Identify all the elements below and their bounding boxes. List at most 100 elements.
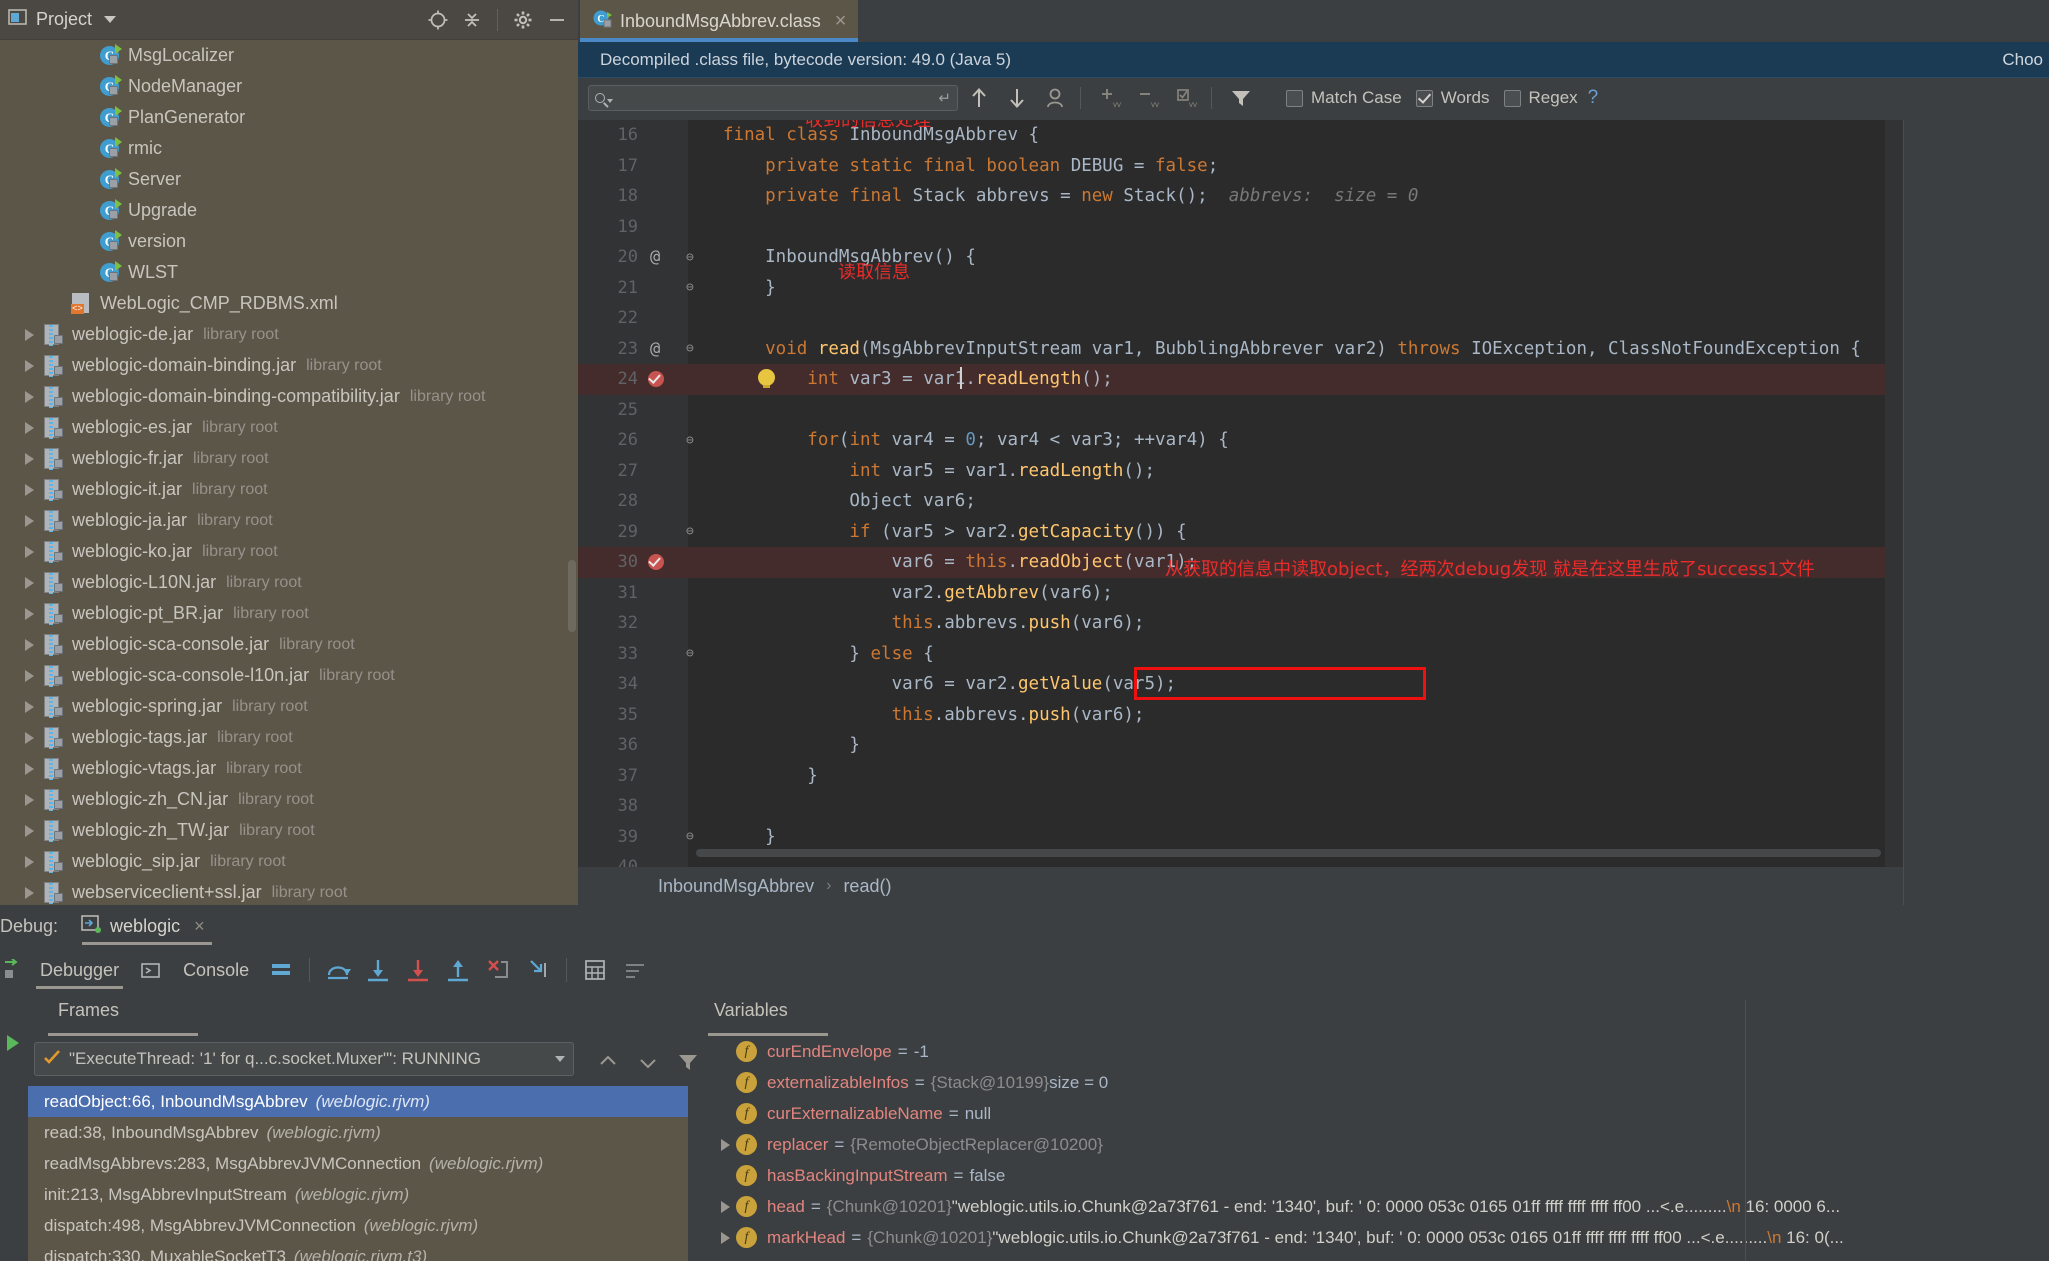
variable-row[interactable]: f curEndEnvelope = -1 [700, 1036, 2049, 1067]
expand-arrow-icon[interactable] [18, 421, 40, 434]
tree-item[interactable]: weblogic-it.jar library root [0, 474, 578, 505]
frame-row[interactable]: read:38, InboundMsgAbbrev (weblogic.rjvm) [28, 1117, 688, 1148]
remove-line-icon[interactable]: vv [1131, 81, 1165, 115]
tree-item[interactable]: weblogic-ja.jar library root [0, 505, 578, 536]
gear-icon[interactable] [508, 5, 538, 35]
resume-program-icon[interactable] [4, 1033, 22, 1058]
tree-item[interactable]: weblogic-L10N.jar library root [0, 567, 578, 598]
frame-up-icon[interactable] [588, 1042, 628, 1082]
code-line[interactable]: 33 ⊖ } else { [578, 639, 1903, 670]
thread-selector[interactable]: "ExecuteThread: '1' for q...c.socket.Mux… [34, 1042, 574, 1076]
settings-icon[interactable] [615, 950, 655, 990]
checkbox-box[interactable] [1286, 89, 1303, 107]
filter-icon[interactable] [1224, 81, 1258, 115]
code-line[interactable]: 17 private static final boolean DEBUG = … [578, 151, 1903, 182]
variable-row[interactable]: f hasBackingInputStream = false [700, 1160, 2049, 1191]
chevron-down-icon[interactable] [104, 16, 117, 23]
tree-item[interactable]: C WLST [0, 257, 578, 288]
code-line[interactable]: 16 final class InboundMsgAbbrev { [578, 120, 1903, 151]
expand-arrow-icon[interactable] [18, 607, 40, 620]
frame-row[interactable]: readObject:66, InboundMsgAbbrev (weblogic… [28, 1086, 688, 1117]
collapse-all-icon[interactable] [457, 5, 487, 35]
expand-arrow-icon[interactable] [18, 545, 40, 558]
expand-arrow-icon[interactable] [18, 824, 40, 837]
project-tree[interactable]: CMsgLocalizerCNodeManagerCPlanGeneratorC… [0, 40, 578, 905]
expand-arrow-icon[interactable] [18, 576, 40, 589]
add-line-icon[interactable]: vv [1093, 81, 1127, 115]
tree-item[interactable]: C Upgrade [0, 195, 578, 226]
fold-marker-icon[interactable]: ⊖ [686, 280, 700, 295]
tree-item[interactable]: weblogic-pt_BR.jar library root [0, 598, 578, 629]
code-line[interactable]: 24 int var3 = var1.readLength(); [578, 364, 1903, 395]
breakpoint-icon[interactable] [648, 554, 664, 570]
editor-horizontal-scrollbar[interactable] [696, 849, 1881, 857]
search-input[interactable]: ↵ [588, 85, 958, 111]
code-line[interactable]: 28 Object var6; [578, 486, 1903, 517]
tree-item[interactable]: webserviceclient+ssl.jar library root [0, 877, 578, 905]
variables-list[interactable]: f curEndEnvelope = -1 f externalizableInfos ={… [700, 1036, 2049, 1253]
tree-item[interactable]: weblogic-domain-binding-compatibility.ja… [0, 381, 578, 412]
tree-item[interactable]: C NodeManager [0, 71, 578, 102]
breadcrumb-class[interactable]: InboundMsgAbbrev [658, 876, 814, 897]
expand-arrow-icon[interactable] [18, 886, 40, 899]
expand-arrow-icon[interactable] [18, 762, 40, 775]
checkbox-box[interactable] [1503, 89, 1521, 107]
tree-item[interactable]: weblogic-es.jar library root [0, 412, 578, 443]
close-icon[interactable]: × [194, 916, 205, 937]
tree-item[interactable]: weblogic-vtags.jar library root [0, 753, 578, 784]
checkbox-words[interactable]: Words [1415, 88, 1490, 108]
variable-row[interactable]: f externalizableInfos = {Stack@10199} size … [700, 1067, 2049, 1098]
code-line[interactable]: 27 int var5 = var1.readLength(); [578, 456, 1903, 487]
close-icon[interactable]: × [835, 10, 847, 33]
fold-marker-icon[interactable]: ⊖ [686, 524, 700, 539]
step-over-icon[interactable] [318, 950, 358, 990]
tree-item[interactable]: weblogic-ko.jar library root [0, 536, 578, 567]
code-line[interactable]: 36 } [578, 730, 1903, 761]
help-icon[interactable]: ? [1588, 87, 1599, 109]
expand-arrow-icon[interactable] [18, 731, 40, 744]
breadcrumb-method[interactable]: read() [843, 876, 891, 897]
fold-marker-icon[interactable]: ⊖ [686, 250, 700, 265]
expand-arrow-icon[interactable] [18, 483, 40, 496]
run-to-cursor-icon[interactable] [518, 950, 558, 990]
code-line[interactable]: 26 ⊖ for(int var4 = 0; var4 < var3; ++var… [578, 425, 1903, 456]
code-line[interactable]: 37 } [578, 761, 1903, 792]
edit-line-icon[interactable]: vv [1169, 81, 1203, 115]
force-step-into-icon[interactable] [398, 950, 438, 990]
variable-row[interactable]: f head = {Chunk@10201} "weblogic.utils.io.C… [700, 1191, 2049, 1222]
frame-row[interactable]: dispatch:330, MuxableSocketT3 (weblogic.r… [28, 1241, 688, 1261]
tree-item[interactable]: weblogic-domain-binding.jar library root [0, 350, 578, 381]
code-line[interactable]: 18 private final Stack abbrevs = new Sta… [578, 181, 1903, 212]
variable-row[interactable]: f curExternalizableName = null [700, 1098, 2049, 1129]
project-scrollbar-thumb[interactable] [568, 560, 576, 632]
code-line[interactable]: 39 ⊖ } [578, 822, 1903, 853]
tree-item[interactable]: weblogic-sca-console.jar library root [0, 629, 578, 660]
prev-match-icon[interactable] [962, 81, 996, 115]
tree-item[interactable]: weblogic-zh_CN.jar library root [0, 784, 578, 815]
code-line[interactable]: 29 ⊖ if (var5 > var2.getCapacity()) { [578, 517, 1903, 548]
tree-item[interactable]: weblogic-tags.jar library root [0, 722, 578, 753]
minimize-icon[interactable] [542, 5, 572, 35]
code-line[interactable]: 20 @ ⊖ InboundMsgAbbrev() { [578, 242, 1903, 273]
code-line[interactable]: 22 [578, 303, 1903, 334]
fold-marker-icon[interactable]: ⊖ [686, 829, 700, 844]
expand-arrow-icon[interactable] [18, 793, 40, 806]
checkbox-regex[interactable]: Regex [1503, 88, 1578, 108]
code-line[interactable]: 19 [578, 212, 1903, 243]
tree-item[interactable]: weblogic_sip.jar library root [0, 846, 578, 877]
expand-arrow-icon[interactable] [714, 1231, 736, 1244]
variable-row[interactable]: f markHead = {Chunk@10201} "weblogic.utils.… [700, 1222, 2049, 1253]
code-line[interactable]: 21 ⊖ } [578, 273, 1903, 304]
step-into-icon[interactable] [358, 950, 398, 990]
tab-console[interactable]: Console [171, 960, 261, 981]
code-content[interactable]: 16 final class InboundMsgAbbrev {17 priva… [578, 120, 1903, 867]
multiline-toggle-icon[interactable]: ↵ [938, 89, 951, 107]
frame-down-icon[interactable] [628, 1042, 668, 1082]
chevron-down-icon[interactable] [607, 98, 613, 103]
chevron-down-icon[interactable] [555, 1056, 565, 1062]
tree-item[interactable]: weblogic-sca-console-l10n.jar library roo… [0, 660, 578, 691]
expand-arrow-icon[interactable] [18, 700, 40, 713]
step-out-icon[interactable] [438, 950, 478, 990]
expand-arrow-icon[interactable] [18, 452, 40, 465]
frame-row[interactable]: readMsgAbbrevs:283, MsgAbbrevJVMConnecti… [28, 1148, 688, 1179]
